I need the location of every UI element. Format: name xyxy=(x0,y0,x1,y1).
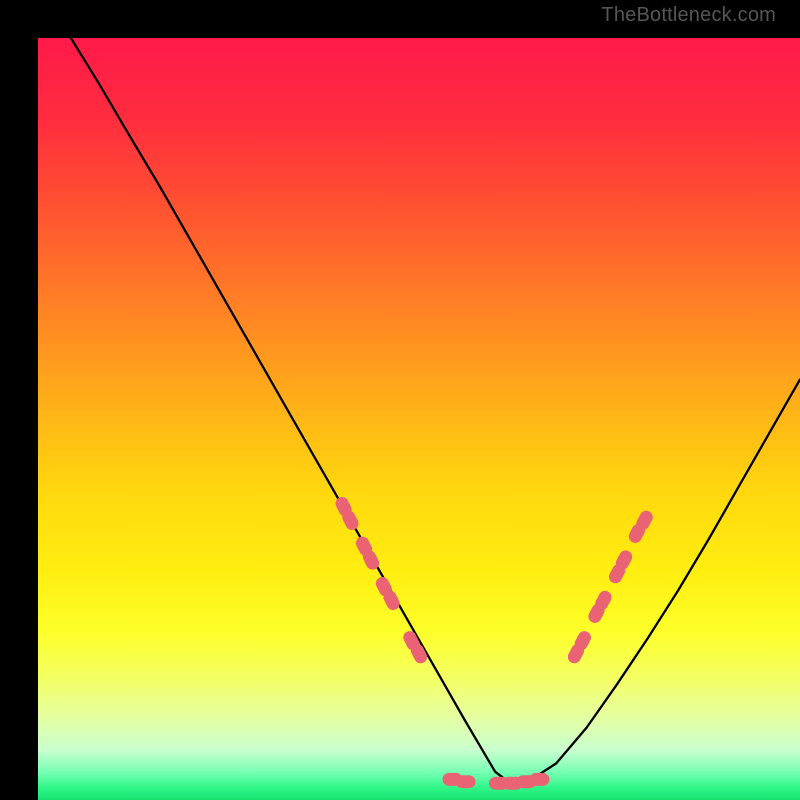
chart-frame xyxy=(19,19,781,781)
marker-group xyxy=(333,495,655,790)
attribution-text: TheBottleneck.com xyxy=(601,4,776,27)
curve-marker xyxy=(529,773,549,786)
plot-area xyxy=(38,38,800,800)
curve-marker xyxy=(456,775,476,788)
bottleneck-curve xyxy=(38,38,800,783)
chart-overlay xyxy=(38,38,800,800)
